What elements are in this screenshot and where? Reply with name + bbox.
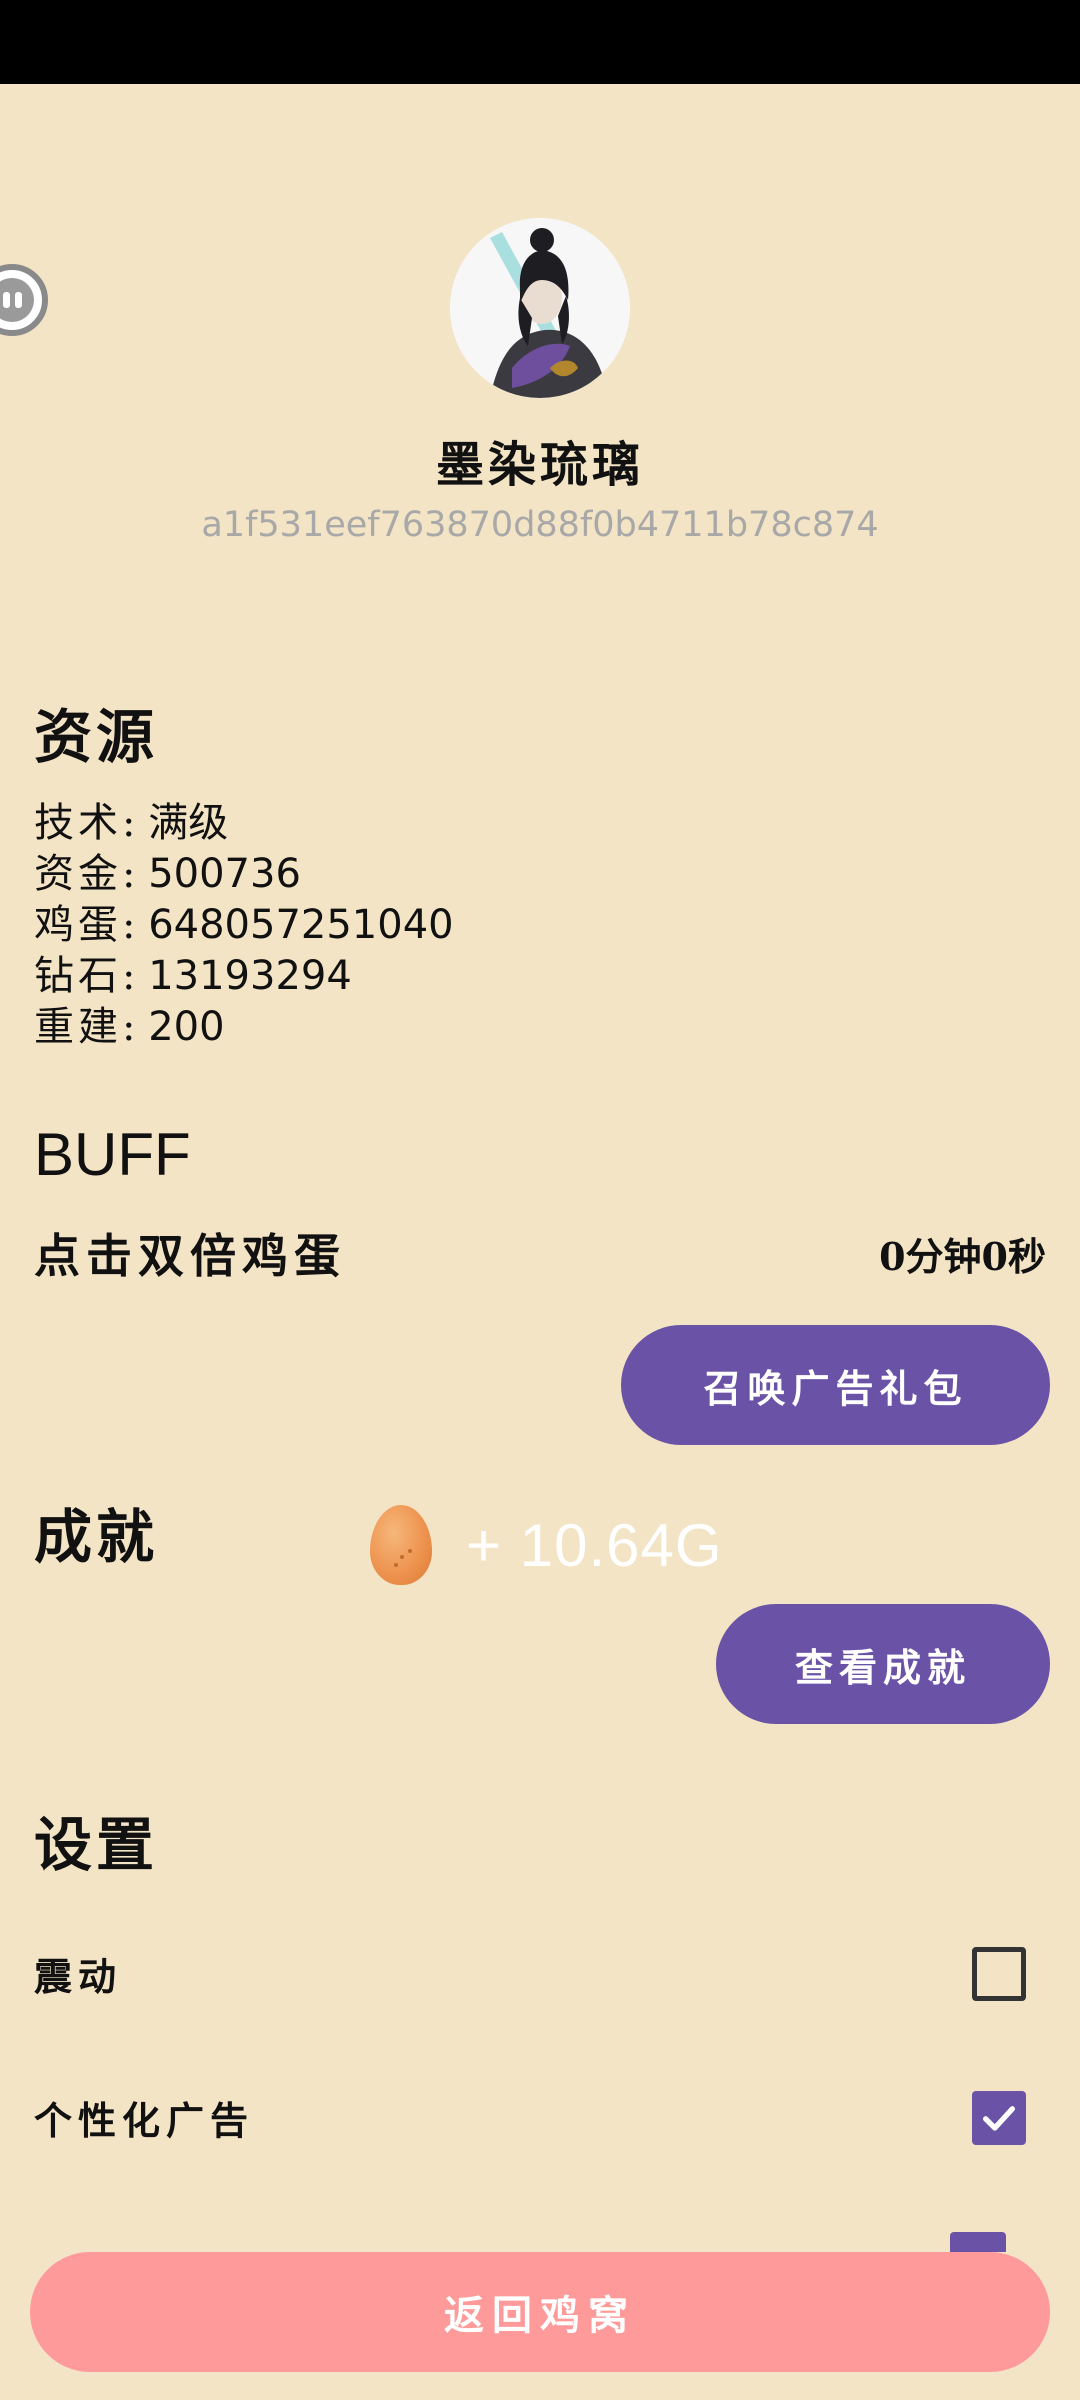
resource-row-eggs: 鸡蛋: 648057251040 — [34, 902, 454, 948]
resource-row-diamonds: 钻石: 13193294 — [34, 953, 352, 999]
buff-row: 点击双倍鸡蛋 0分钟0秒 — [34, 1220, 1046, 1286]
buff-heading: BUFF — [34, 1121, 191, 1188]
egg-icon — [370, 1505, 432, 1585]
vibration-label: 震动 — [34, 1954, 123, 1999]
achievements-heading: 成就 — [34, 1503, 159, 1571]
setting-vibration: 震动 — [34, 1946, 1046, 2001]
resource-row-funds: 资金: 500736 — [34, 851, 301, 897]
partially-visible-checkbox[interactable] — [950, 2232, 1006, 2252]
personalized-ads-label: 个性化广告 — [34, 2098, 255, 2143]
egg-reward-text: + 10.64G — [466, 1511, 723, 1579]
pause-icon — [0, 278, 34, 322]
checkmark-icon — [983, 2105, 1015, 2131]
status-bar — [0, 0, 1080, 84]
floating-assistant-bubble[interactable] — [0, 264, 48, 336]
resource-row-rebuild: 重建: 200 — [34, 1004, 225, 1050]
settings-heading: 设置 — [34, 1811, 159, 1879]
resources-heading: 资源 — [34, 703, 159, 771]
resource-row-tech: 技术: 满级 — [34, 800, 229, 846]
personalized-ads-checkbox[interactable] — [972, 2090, 1026, 2145]
back-to-coop-button[interactable]: 返回鸡窝 — [30, 2252, 1050, 2372]
view-achievements-button[interactable]: 查看成就 — [716, 1604, 1050, 1724]
summon-ad-gift-button[interactable]: 召唤广告礼包 — [621, 1325, 1050, 1445]
resources-list: 技术: 满级 资金: 500736 鸡蛋: 648057251040 钻石: 1… — [34, 798, 454, 1053]
buff-timer: 0分钟0秒 — [879, 1233, 1046, 1279]
avatar[interactable] — [450, 218, 630, 398]
avatar-portrait-image — [450, 218, 630, 398]
vibration-checkbox[interactable] — [972, 1946, 1026, 2001]
egg-reward-toast: + 10.64G — [370, 1500, 723, 1590]
profile-username: 墨染琉璃 — [435, 437, 644, 493]
profile-user-id: a1f531eef763870d88f0b4711b78c874 — [201, 505, 879, 545]
double-eggs-label: 点击双倍鸡蛋 — [34, 1229, 346, 1283]
setting-personalized-ads: 个性化广告 — [34, 2090, 1046, 2145]
